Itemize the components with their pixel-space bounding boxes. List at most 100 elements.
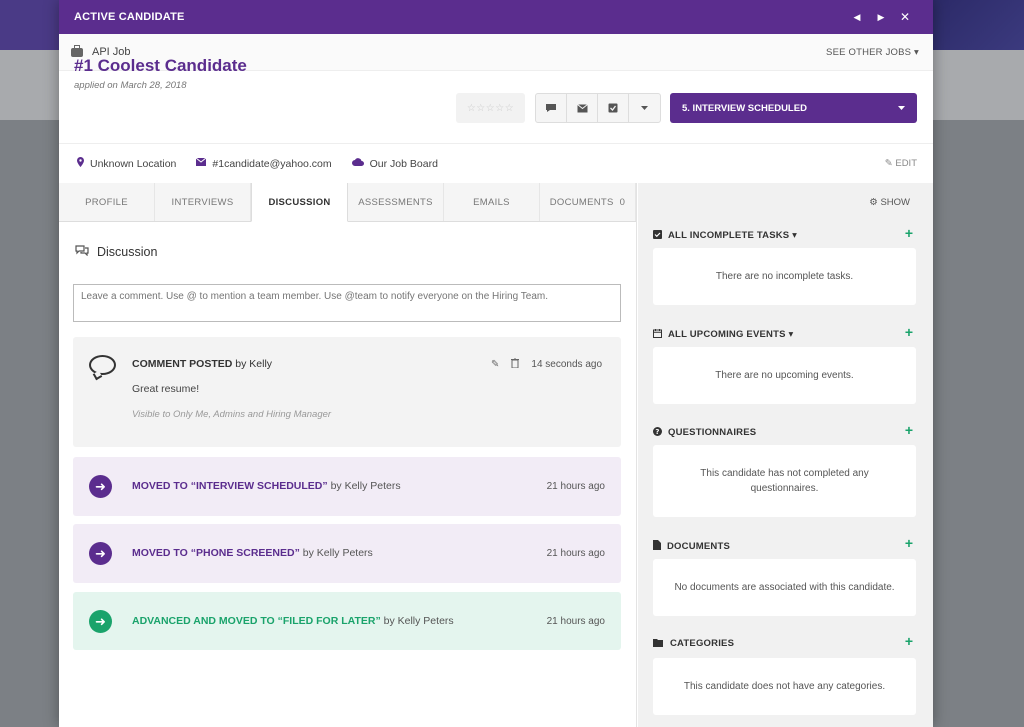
tab-documents-label: DOCUMENTS — [549, 196, 614, 208]
arrow-right-icon: ➜ — [89, 610, 112, 633]
tab-profile[interactable]: PROFILE — [59, 183, 155, 221]
more-actions-button[interactable] — [629, 94, 660, 122]
discussion-title: Discussion — [97, 245, 158, 259]
questionnaires-section-title: QUESTIONNAIRES — [668, 427, 757, 438]
caret-down-icon — [641, 106, 648, 110]
map-marker-icon — [77, 157, 84, 170]
documents-section-body: No documents are associated with this ca… — [653, 559, 916, 616]
pencil-icon[interactable]: ✎ — [491, 359, 499, 370]
candidate-modal: ACTIVE CANDIDATE ◀ ▶ ✕ API Job SEE OTHER… — [59, 0, 933, 727]
activity-time: 21 hours ago — [546, 548, 605, 559]
add-event-button[interactable]: + — [905, 324, 913, 340]
calendar-icon — [653, 329, 662, 340]
tasks-section-header[interactable]: ALL INCOMPLETE TASKS ▾ — [653, 230, 797, 241]
activity-time: 21 hours ago — [546, 616, 605, 627]
tasks-section-title: ALL INCOMPLETE TASKS ▾ — [668, 230, 798, 241]
gear-icon: ⚙ — [869, 197, 878, 208]
trash-icon[interactable] — [511, 357, 520, 371]
source-text: Our Job Board — [369, 157, 438, 170]
activity-item: ➜ MOVED TO “INTERVIEW SCHEDULED” by Kell… — [73, 457, 621, 516]
task-button[interactable] — [598, 94, 629, 122]
arrow-right-icon: ➜ — [89, 475, 112, 498]
documents-section-header: DOCUMENTS — [653, 540, 730, 552]
activity-label: ADVANCED AND MOVED TO “FILED FOR LATER” — [132, 615, 381, 627]
discussion-heading: Discussion — [75, 245, 157, 259]
add-document-button[interactable]: + — [905, 535, 913, 551]
activity-label: MOVED TO “PHONE SCREENED” — [132, 547, 300, 559]
activity-author: by Kelly Peters — [330, 480, 401, 492]
activity-item: ➜ ADVANCED AND MOVED TO “FILED FOR LATER… — [73, 592, 621, 650]
previous-candidate-icon[interactable]: ◀ — [845, 12, 869, 23]
activity-author: by Kelly Peters — [302, 547, 373, 559]
tab-interviews[interactable]: INTERVIEWS — [155, 183, 251, 221]
add-category-button[interactable]: + — [905, 633, 913, 649]
rating-stars[interactable]: ☆☆☆☆☆ — [456, 93, 525, 123]
caret-down-icon — [898, 106, 905, 110]
checkbox-icon — [653, 230, 662, 241]
next-candidate-icon[interactable]: ▶ — [869, 12, 893, 23]
modal-header: ACTIVE CANDIDATE ◀ ▶ ✕ — [59, 0, 933, 34]
sidebar-panel: ⚙ SHOW ALL INCOMPLETE TASKS ▾ + There ar… — [638, 183, 933, 727]
comment-button[interactable] — [536, 94, 567, 122]
background-header-image — [933, 0, 1024, 50]
categories-section-header: CATEGORIES — [653, 638, 734, 649]
events-section-title: ALL UPCOMING EVENTS ▾ — [668, 329, 794, 340]
arrow-right-icon: ➜ — [89, 542, 112, 565]
comments-icon — [75, 245, 89, 259]
see-other-jobs-button[interactable]: SEE OTHER JOBS ▾ — [826, 47, 919, 58]
email-item[interactable]: #1candidate@yahoo.com — [196, 157, 332, 170]
edit-button[interactable]: ✎ EDIT — [885, 158, 917, 169]
tab-emails[interactable]: EMAILS — [444, 183, 540, 221]
svg-text:?: ? — [655, 428, 659, 436]
tab-documents-count: 0 — [619, 196, 626, 208]
cloud-icon — [351, 158, 364, 169]
modal-title: ACTIVE CANDIDATE — [74, 11, 185, 23]
events-section-body: There are no upcoming events. — [653, 347, 916, 404]
add-task-button[interactable]: + — [905, 225, 913, 241]
comment-author: by Kelly — [235, 358, 273, 370]
comment-title: COMMENT POSTED by Kelly — [132, 358, 272, 370]
questionnaires-section-body: This candidate has not completed any que… — [653, 445, 916, 517]
comment-time: 14 seconds ago — [531, 359, 603, 370]
comment-tools: ✎ 14 seconds ago — [491, 357, 603, 371]
tab-bar: PROFILE INTERVIEWS DISCUSSION ASSESSMENT… — [59, 183, 636, 222]
main-panel: PROFILE INTERVIEWS DISCUSSION ASSESSMENT… — [59, 183, 637, 727]
source-item: Our Job Board — [351, 157, 438, 170]
activity-title: ADVANCED AND MOVED TO “FILED FOR LATER” … — [132, 615, 454, 627]
questionnaires-section-header: ? QUESTIONNAIRES — [653, 427, 756, 438]
activity-item: ➜ MOVED TO “PHONE SCREENED” by Kelly Pet… — [73, 524, 621, 583]
stage-label: 5. INTERVIEW SCHEDULED — [682, 102, 807, 114]
comment-text: Great resume! — [132, 383, 200, 395]
candidate-info-bar: Unknown Location #1candidate@yahoo.com O… — [59, 143, 933, 183]
comment-input[interactable] — [73, 284, 621, 322]
action-button-group — [535, 93, 661, 123]
tasks-section-body: There are no incomplete tasks. — [653, 248, 916, 305]
location-text: Unknown Location — [90, 157, 177, 170]
comment-visibility: Visible to Only Me, Admins and Hiring Ma… — [132, 409, 332, 420]
comment-card: COMMENT POSTED by Kelly ✎ 14 seconds ago… — [73, 337, 621, 447]
close-icon[interactable]: ✕ — [893, 10, 917, 24]
activity-label: MOVED TO “INTERVIEW SCHEDULED” — [132, 480, 328, 492]
documents-section-title: DOCUMENTS — [667, 540, 731, 552]
events-section-header[interactable]: ALL UPCOMING EVENTS ▾ — [653, 329, 793, 340]
activity-time: 21 hours ago — [546, 481, 605, 492]
folder-icon — [653, 638, 664, 649]
add-questionnaire-button[interactable]: + — [905, 422, 913, 438]
email-button[interactable] — [567, 94, 598, 122]
show-label: SHOW — [880, 197, 910, 208]
show-button[interactable]: ⚙ SHOW — [869, 197, 910, 208]
tab-discussion[interactable]: DISCUSSION — [251, 183, 348, 222]
edit-label: EDIT — [895, 158, 917, 169]
envelope-icon — [576, 103, 588, 112]
tab-documents[interactable]: DOCUMENTS 0 — [540, 183, 636, 221]
categories-section-body: This candidate does not have any categor… — [653, 658, 916, 715]
envelope-icon — [196, 157, 207, 169]
tab-assessments[interactable]: ASSESSMENTS — [348, 183, 444, 221]
checkbox-icon — [608, 103, 618, 113]
stage-dropdown[interactable]: 5. INTERVIEW SCHEDULED — [670, 93, 917, 123]
activity-author: by Kelly Peters — [383, 615, 454, 627]
categories-section-title: CATEGORIES — [670, 638, 735, 649]
question-circle-icon: ? — [653, 427, 662, 438]
speech-bubble-icon — [89, 355, 116, 375]
location-item: Unknown Location — [77, 157, 176, 170]
